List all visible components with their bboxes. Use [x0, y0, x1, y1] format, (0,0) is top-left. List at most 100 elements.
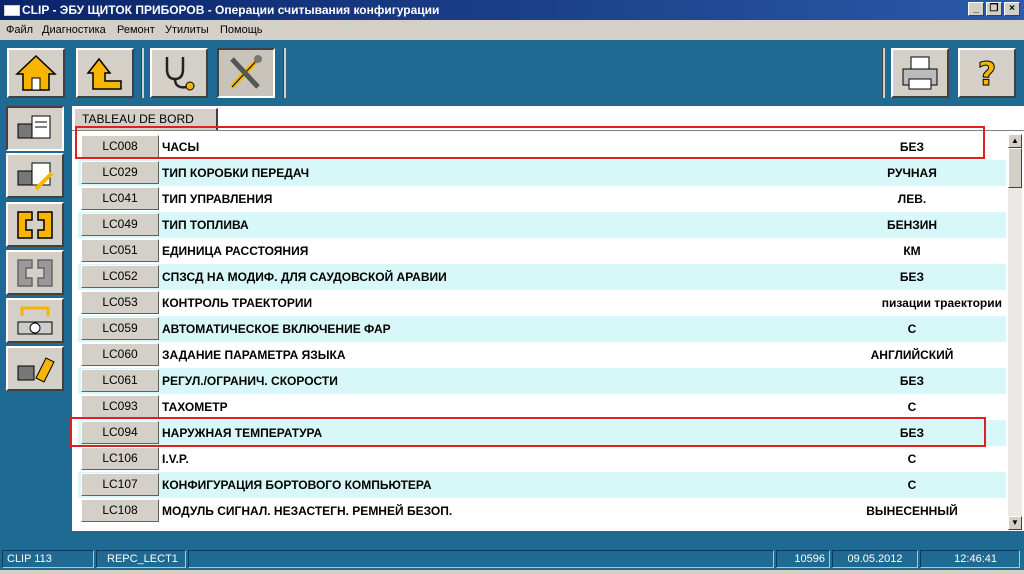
exchange-icon [17, 306, 53, 334]
row-value: С [907, 322, 917, 336]
table-row[interactable]: LC093 ТАХОМЕТР С [78, 394, 1006, 420]
home-icon [15, 54, 57, 91]
status-screen: REPC_LECT1 [96, 550, 186, 568]
row-label: ТИП КОРОБКИ ПЕРЕДАЧ [162, 166, 310, 180]
status-app: CLIP 113 [2, 550, 94, 568]
table-row[interactable]: LC059 АВТОМАТИЧЕСКОЕ ВКЛЮЧЕНИЕ ФАР С [78, 316, 1006, 342]
row-value: БЕЗ [899, 374, 925, 388]
window-controls: _ ❐ × [968, 2, 1020, 16]
menu-diagnostics[interactable]: Диагностика [42, 24, 106, 36]
row-value: С [907, 478, 917, 492]
row-code: LC041 [81, 187, 159, 210]
table-row[interactable]: LC049 ТИП ТОПЛИВА БЕНЗИН [78, 212, 1006, 238]
table-row[interactable]: LC041 ТИП УПРАВЛЕНИЯ ЛЕВ. [78, 186, 1006, 212]
table-row[interactable]: LC061 РЕГУЛ./ОГРАНИЧ. СКОРОСТИ БЕЗ [78, 368, 1006, 394]
ecu-write-icon [17, 162, 54, 190]
tab-tableau-de-bord[interactable]: TABLEAU DE BORD [74, 108, 218, 130]
row-code: LC107 [81, 473, 159, 496]
row-label: РЕГУЛ./ОГРАНИЧ. СКОРОСТИ [162, 374, 338, 388]
menu-file[interactable]: Файл [6, 24, 33, 36]
row-value: РУЧНАЯ [887, 166, 937, 180]
row-value: КМ [903, 244, 921, 258]
row-label: ЗАДАНИЕ ПАРАМЕТРА ЯЗЫКА [162, 348, 346, 362]
read-configuration-button[interactable] [6, 106, 64, 151]
connector-button[interactable] [6, 202, 64, 247]
row-label: ТИП УПРАВЛЕНИЯ [162, 192, 273, 206]
menu-help[interactable]: Помощь [220, 24, 263, 36]
row-value: БЕЗ [899, 270, 925, 284]
row-value: ЛЕВ. [897, 192, 927, 206]
table-row[interactable]: LC029 ТИП КОРОБКИ ПЕРЕДАЧ РУЧНАЯ [78, 160, 1006, 186]
app-window-icon [4, 5, 20, 16]
stethoscope-icon [165, 57, 195, 91]
row-code: LC053 [81, 291, 159, 314]
row-value: С [907, 400, 917, 414]
row-label: МОДУЛЬ СИГНАЛ. НЕЗАСТЕГН. РЕМНЕЙ БЕЗОП. [162, 504, 453, 518]
tools-icon [230, 55, 262, 89]
toolbar-separator [141, 48, 144, 98]
row-value: С [907, 452, 917, 466]
menu-bar: Файл Диагностика Ремонт Утилиты Помощь [0, 20, 1024, 40]
back-up-icon [86, 57, 122, 90]
printer-icon [902, 56, 938, 90]
connector-disabled-button[interactable] [6, 250, 64, 295]
toolbar-separator [283, 48, 286, 98]
table-row[interactable]: LC107 КОНФИГУРАЦИЯ БОРТОВОГО КОМПЬЮТЕРА … [78, 472, 1006, 498]
row-code: LC060 [81, 343, 159, 366]
row-label: АВТОМАТИЧЕСКОЕ ВКЛЮЧЕНИЕ ФАР [162, 322, 391, 336]
table-row[interactable]: LC051 ЕДИНИЦА РАССТОЯНИЯ КМ [78, 238, 1006, 264]
row-value: БЕНЗИН [886, 218, 938, 232]
row-code: LC052 [81, 265, 159, 288]
repair-tools-button[interactable] [217, 48, 275, 98]
scroll-up-arrow-icon[interactable]: ▲ [1008, 134, 1022, 148]
connector-icon [17, 210, 53, 239]
scroll-down-arrow-icon[interactable]: ▼ [1008, 516, 1022, 530]
row-value: пизации траектории [881, 296, 1002, 310]
table-row[interactable]: LC106 I.V.P. С [78, 446, 1006, 472]
scroll-thumb[interactable] [1008, 148, 1022, 188]
row-label: КОНТРОЛЬ ТРАЕКТОРИИ [162, 296, 313, 310]
help-icon: ? [977, 55, 997, 94]
row-code: LC029 [81, 161, 159, 184]
table-row[interactable]: LC108 МОДУЛЬ СИГНАЛ. НЕЗАСТЕГН. РЕМНЕЙ Б… [78, 498, 1006, 524]
status-date: 09.05.2012 [832, 550, 918, 568]
close-button[interactable]: × [1004, 2, 1020, 16]
eraser-icon [17, 356, 55, 383]
title-bar: CLIP - ЭБУ ЩИТОК ПРИБОРОВ - Операции счи… [0, 0, 1024, 20]
menu-repair[interactable]: Ремонт [117, 24, 155, 36]
row-label: ТИП ТОПЛИВА [162, 218, 249, 232]
row-code: LC061 [81, 369, 159, 392]
minimize-button[interactable]: _ [968, 2, 984, 16]
table-row[interactable]: LC052 СПЗСД НА МОДИФ. ДЛЯ САУДОВСКОЙ АРА… [78, 264, 1006, 290]
status-bar: CLIP 113 REPC_LECT1 10596 09.05.2012 12:… [0, 548, 1024, 570]
diagnostics-button[interactable] [150, 48, 208, 98]
row-code: LC008 [81, 135, 159, 158]
write-configuration-button[interactable] [6, 153, 64, 198]
erase-button[interactable] [6, 346, 64, 391]
row-label: ЕДИНИЦА РАССТОЯНИЯ [162, 244, 309, 258]
table-row[interactable]: LC094 НАРУЖНАЯ ТЕМПЕРАТУРА БЕЗ [78, 420, 1006, 446]
table-row[interactable]: LC060 ЗАДАНИЕ ПАРАМЕТРА ЯЗЫКА АНГЛИЙСКИЙ [78, 342, 1006, 368]
row-label: I.V.P. [162, 452, 189, 466]
row-value: БЕЗ [899, 140, 925, 154]
row-label: СПЗСД НА МОДИФ. ДЛЯ САУДОВСКОЙ АРАВИИ [162, 270, 447, 284]
home-button[interactable] [7, 48, 65, 98]
row-label: ТАХОМЕТР [162, 400, 228, 414]
table-row[interactable]: LC008 ЧАСЫ БЕЗ [78, 134, 1006, 160]
row-label: НАРУЖНАЯ ТЕМПЕРАТУРА [162, 426, 323, 440]
toolbar-separator [882, 48, 885, 98]
back-up-button[interactable] [76, 48, 134, 98]
vertical-scrollbar[interactable]: ▲ ▼ [1008, 134, 1022, 530]
svg-text:?: ? [978, 55, 997, 93]
restore-button[interactable]: ❐ [986, 2, 1002, 16]
ecu-read-icon [17, 115, 51, 138]
row-code: LC108 [81, 499, 159, 522]
menu-utilities[interactable]: Утилиты [165, 24, 209, 36]
row-code: LC094 [81, 421, 159, 444]
print-button[interactable] [891, 48, 949, 98]
row-value: БЕЗ [899, 426, 925, 440]
help-button[interactable]: ? [958, 48, 1016, 98]
exchange-button[interactable] [6, 298, 64, 343]
table-row[interactable]: LC053 КОНТРОЛЬ ТРАЕКТОРИИ пизации траект… [78, 290, 1006, 316]
window-bottom-edge [0, 570, 1024, 574]
